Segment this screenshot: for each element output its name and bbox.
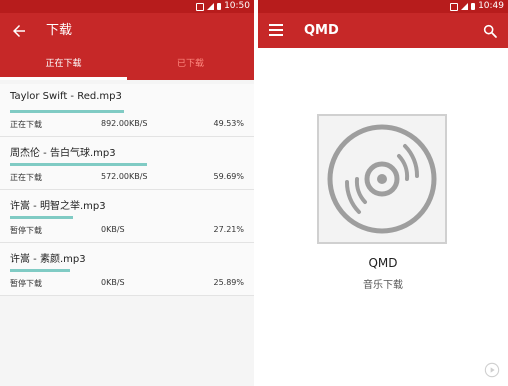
download-status: 正在下载 (10, 173, 42, 182)
home-screen: 10:49 QMD QMD 音乐下载 (258, 0, 508, 386)
download-percent: 49.53% (213, 119, 244, 128)
app-subtitle: 音乐下载 (363, 280, 403, 291)
app-name: QMD (368, 256, 398, 270)
download-percent: 27.21% (213, 225, 244, 234)
song-title: 许嵩 - 素颜.mp3 (10, 254, 86, 265)
status-bar: 10:50 (0, 0, 254, 13)
download-speed: 572.00KB/S (101, 172, 148, 181)
app-bar: 下载 (0, 13, 254, 49)
wifi-icon (450, 2, 459, 11)
download-item[interactable]: Taylor Swift - Red.mp3 正在下载 892.00KB/S 49.5… (0, 84, 254, 137)
album-art (317, 114, 447, 244)
song-title: 许嵩 - 明智之举.mp3 (10, 201, 106, 212)
tab-downloaded[interactable]: 已下载 (127, 49, 254, 80)
download-status: 暂停下载 (10, 226, 42, 235)
download-item[interactable]: 周杰伦 - 告白气球.mp3 正在下载 572.00KB/S 59.69% (0, 137, 254, 190)
download-status: 正在下载 (10, 120, 42, 129)
download-percent: 25.89% (213, 278, 244, 287)
progress-bar (10, 269, 70, 272)
progress-bar (10, 216, 73, 219)
download-item[interactable]: 许嵩 - 明智之举.mp3 暂停下载 0KB/S 27.21% (0, 190, 254, 243)
download-speed: 892.00KB/S (101, 119, 148, 128)
downloads-screen: 10:50 下载 正在下载 已下载 Taylor Swift - Red.mp3… (0, 0, 254, 386)
progress-bar (10, 163, 147, 166)
main-content: QMD 音乐下载 (258, 48, 508, 386)
signal-icon (461, 3, 469, 10)
back-arrow-icon[interactable] (10, 22, 28, 40)
play-icon[interactable] (484, 362, 500, 378)
wifi-icon (196, 2, 205, 11)
download-percent: 59.69% (213, 172, 244, 181)
song-title: Taylor Swift - Red.mp3 (10, 91, 122, 102)
status-time: 10:49 (478, 1, 504, 11)
tab-indicator (0, 77, 127, 80)
download-speed: 0KB/S (101, 225, 125, 234)
tab-bar: 正在下载 已下载 (0, 49, 254, 80)
menu-icon[interactable] (269, 24, 283, 36)
battery-icon (217, 3, 222, 10)
app-title: QMD (304, 23, 339, 38)
download-speed: 0KB/S (101, 278, 125, 287)
search-icon[interactable] (482, 23, 498, 39)
status-time: 10:50 (224, 1, 250, 11)
disc-icon (327, 124, 437, 234)
status-bar: 10:49 (258, 0, 508, 13)
page-title: 下载 (46, 23, 73, 38)
battery-icon (471, 3, 476, 10)
tab-downloading[interactable]: 正在下载 (0, 49, 127, 80)
progress-bar (10, 110, 124, 113)
download-status: 暂停下载 (10, 279, 42, 288)
app-bar: QMD (258, 13, 508, 48)
signal-icon (207, 3, 215, 10)
download-list: Taylor Swift - Red.mp3 正在下载 892.00KB/S 49.5… (0, 84, 254, 296)
song-title: 周杰伦 - 告白气球.mp3 (10, 148, 116, 159)
download-item[interactable]: 许嵩 - 素颜.mp3 暂停下载 0KB/S 25.89% (0, 243, 254, 296)
